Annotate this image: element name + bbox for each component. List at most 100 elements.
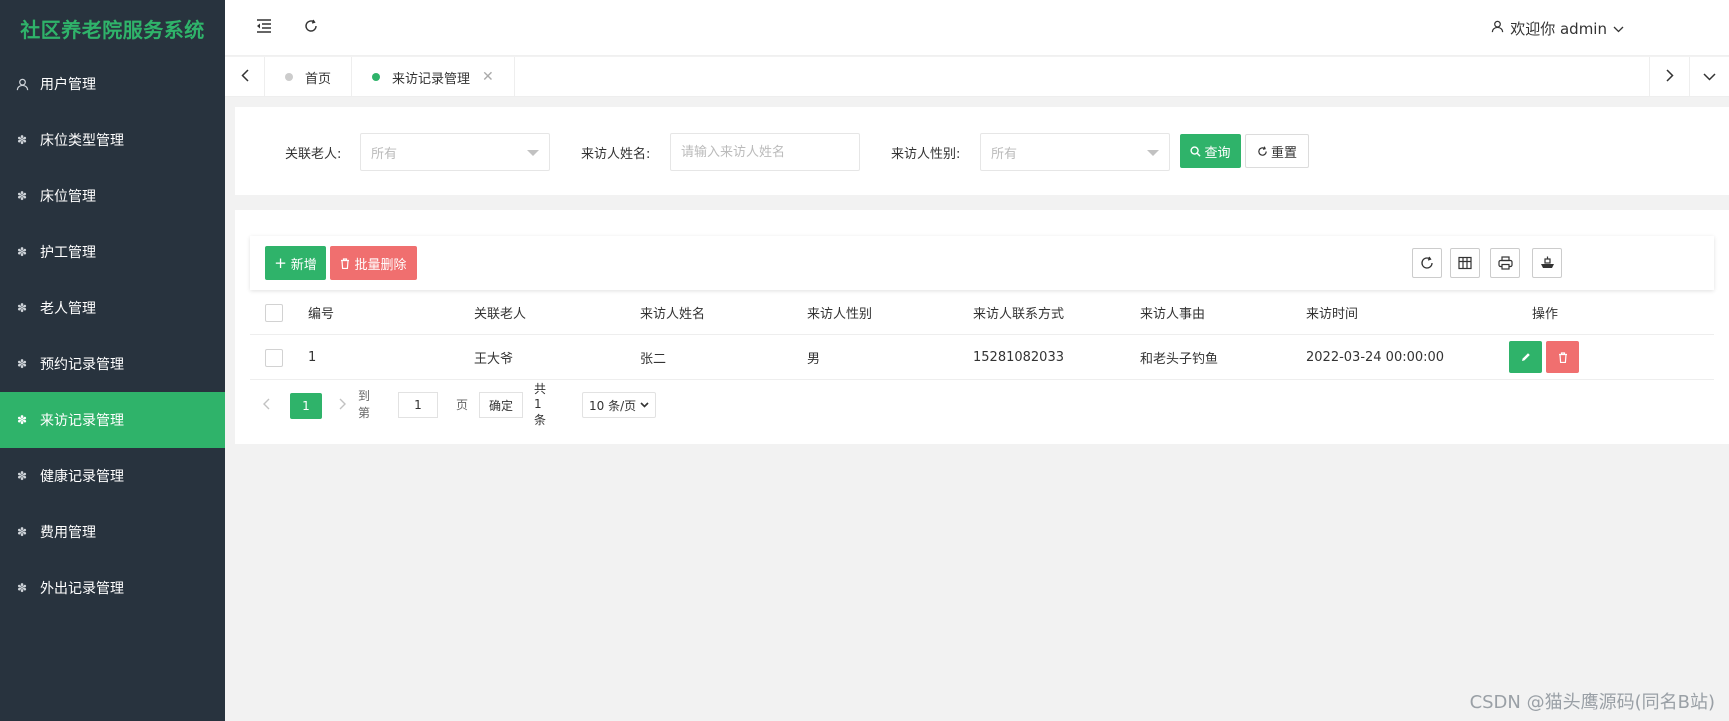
table-cell: 15281082033 (973, 350, 1064, 365)
goto-page-input[interactable]: 1 (398, 392, 438, 418)
export-button[interactable] (1532, 248, 1562, 278)
prev-page-button[interactable] (254, 390, 278, 418)
sidebar-item-health[interactable]: ✽ 健康记录管理 (0, 448, 225, 504)
user-menu[interactable]: 欢迎你 admin (1491, 14, 1624, 42)
table-cell: 男 (807, 352, 821, 367)
page-size-select[interactable]: 10 条/页 (582, 392, 656, 418)
tabs-spacer (515, 57, 1649, 96)
elder-select[interactable]: 所有 (360, 133, 550, 171)
reset-button-label: 重置 (1270, 145, 1297, 161)
sidebar-item-label: 费用管理 (40, 525, 96, 541)
goto-confirm-button[interactable]: 确定 (479, 392, 523, 418)
delete-button[interactable] (1546, 341, 1579, 373)
tab-visit-records[interactable]: 来访记录管理 ✕ (352, 57, 515, 97)
gear-icon: ✽ (16, 469, 28, 483)
pencil-icon (1521, 352, 1531, 362)
gear-icon: ✽ (16, 133, 28, 147)
dropdown-triangle-icon (527, 150, 539, 156)
sidebar-item-label: 用户管理 (40, 77, 96, 93)
goto-label: 到第 (358, 389, 371, 420)
batch-delete-button[interactable]: 批量删除 (330, 246, 417, 280)
batch-delete-label: 批量删除 (354, 257, 407, 273)
visitor-name-input[interactable] (670, 133, 860, 171)
sidebar-item-bed-types[interactable]: ✽ 床位类型管理 (0, 112, 225, 168)
columns-icon (1458, 256, 1472, 270)
table-row: 1 王大爷 张二 男 15281082033 和老头子钓鱼 2022-03-24… (250, 335, 1714, 380)
visitor-gender-label: 来访人性别: (891, 147, 961, 162)
total-count: 共 1 条 (534, 382, 547, 427)
sidebar-item-label: 预约记录管理 (40, 357, 124, 373)
tabs-scroll-left-button[interactable] (225, 57, 265, 97)
chevron-right-icon (339, 398, 346, 410)
column-header: 来访人联系方式 (973, 307, 1065, 322)
gear-icon: ✽ (16, 301, 28, 315)
refresh-page-button[interactable] (297, 14, 325, 42)
menu-fold-icon (256, 19, 272, 37)
query-button-label: 查询 (1204, 145, 1231, 161)
tabs-scroll-right-button[interactable] (1649, 57, 1689, 97)
user-icon (14, 76, 30, 92)
sidebar-item-users[interactable]: 用户管理 (0, 56, 225, 112)
sidebar-item-reservations[interactable]: ✽ 预约记录管理 (0, 336, 225, 392)
sidebar-item-fees[interactable]: ✽ 费用管理 (0, 504, 225, 560)
refresh-icon (304, 19, 318, 37)
table-cell: 2022-03-24 00:00:00 (1306, 350, 1445, 365)
chevron-left-icon (240, 68, 249, 86)
sidebar-item-label: 床位管理 (40, 189, 96, 205)
table-header-row: 编号 关联老人 来访人姓名 来访人性别 来访人联系方式 来访人事由 来访时间 操… (250, 290, 1714, 335)
reset-button[interactable]: 重置 (1245, 134, 1309, 168)
table-cell: 1 (308, 350, 317, 365)
columns-filter-button[interactable] (1450, 248, 1480, 278)
page-size-value: 10 条/页 (589, 398, 637, 413)
menu-toggle-button[interactable] (250, 14, 278, 42)
refresh-icon (1420, 256, 1434, 270)
gear-icon: ✽ (16, 245, 28, 259)
next-page-button[interactable] (330, 390, 354, 418)
sidebar-item-beds[interactable]: ✽ 床位管理 (0, 168, 225, 224)
sidebar-item-elders[interactable]: ✽ 老人管理 (0, 280, 225, 336)
table-cell: 张二 (640, 352, 667, 367)
table-toolbar: + 新增 批量删除 (250, 236, 1714, 290)
sidebar-item-label: 来访记录管理 (40, 413, 124, 429)
top-header: 欢迎你 admin (225, 0, 1729, 56)
user-icon (1491, 19, 1504, 37)
column-header: 操作 (1532, 307, 1559, 322)
column-header: 来访时间 (1306, 307, 1359, 322)
gender-select-value: 所有 (991, 146, 1018, 162)
row-checkbox[interactable] (265, 349, 283, 367)
tab-home[interactable]: 首页 (265, 57, 353, 97)
gender-select[interactable]: 所有 (980, 133, 1170, 171)
chevron-left-icon (262, 398, 270, 410)
refresh-table-button[interactable] (1412, 248, 1442, 278)
add-button[interactable]: + 新增 (265, 246, 326, 280)
chevron-right-icon (1665, 68, 1674, 86)
export-icon (1540, 256, 1555, 270)
sidebar-item-visits[interactable]: ✽ 来访记录管理 (0, 392, 225, 448)
search-panel: 关联老人: 所有 来访人姓名: 来访人性别: 所有 查询 重置 (235, 107, 1729, 195)
app-logo: 社区养老院服务系统 (20, 17, 205, 42)
table-cell: 和老头子钓鱼 (1140, 352, 1219, 367)
trash-icon (1558, 351, 1568, 363)
trash-icon (340, 257, 350, 269)
sidebar-item-outings[interactable]: ✽ 外出记录管理 (0, 560, 225, 616)
print-button[interactable] (1490, 248, 1520, 278)
select-all-checkbox[interactable] (265, 304, 283, 322)
column-header: 关联老人 (474, 307, 527, 322)
sidebar-item-label: 健康记录管理 (40, 469, 124, 485)
gear-icon: ✽ (16, 357, 28, 371)
gear-icon: ✽ (16, 413, 28, 427)
tabs-menu-button[interactable] (1689, 57, 1729, 97)
gear-icon: ✽ (16, 581, 28, 595)
reset-icon (1257, 146, 1268, 157)
edit-button[interactable] (1509, 341, 1542, 373)
sidebar-item-label: 老人管理 (40, 301, 96, 317)
table-panel: + 新增 批量删除 编号 关联老人 来访人姓名 来访人性别 来访人联系方式 来访… (235, 210, 1729, 444)
current-page[interactable]: 1 (290, 393, 322, 419)
query-button[interactable]: 查询 (1180, 134, 1241, 168)
close-icon[interactable]: ✕ (482, 69, 494, 85)
page-tabs: 首页 来访记录管理 ✕ (225, 57, 1729, 97)
sidebar-item-label: 外出记录管理 (40, 581, 124, 597)
sidebar-item-caregivers[interactable]: ✽ 护工管理 (0, 224, 225, 280)
column-header: 编号 (308, 307, 335, 322)
sidebar-menu: 用户管理 ✽ 床位类型管理 ✽ 床位管理 ✽ 护工管理 ✽ 老人管理 ✽ 预约记… (0, 56, 225, 616)
